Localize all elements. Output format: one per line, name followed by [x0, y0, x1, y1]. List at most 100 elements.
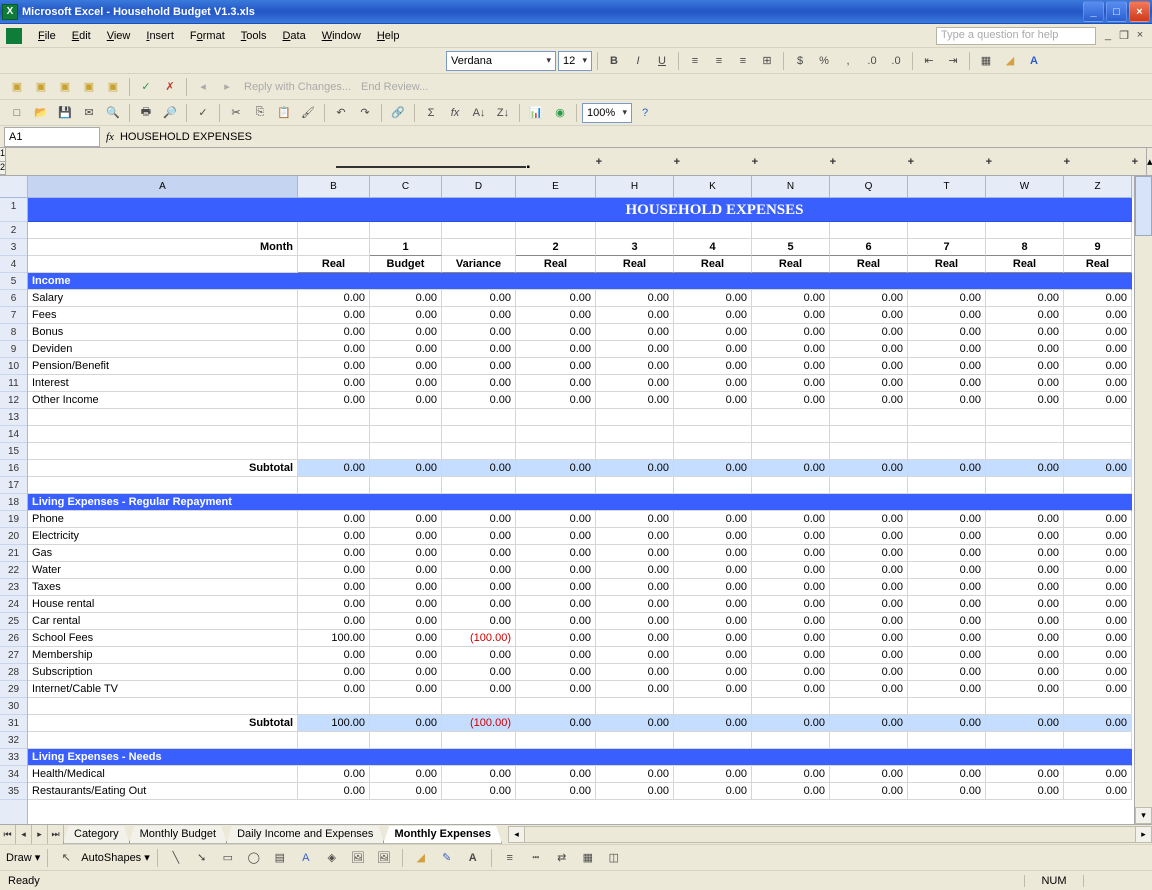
- textbox-icon[interactable]: ▤: [269, 847, 291, 869]
- menu-edit[interactable]: Edit: [64, 28, 99, 44]
- zoom-select[interactable]: 100%: [582, 103, 632, 123]
- outline-expand-k[interactable]: +: [688, 156, 766, 168]
- help-button[interactable]: ?: [634, 102, 656, 124]
- horizontal-scrollbar[interactable]: ◂ ▸: [508, 826, 1152, 843]
- scroll-thumb[interactable]: [1135, 176, 1152, 236]
- scroll-up-button[interactable]: ▴: [1146, 148, 1152, 175]
- hyperlink-button[interactable]: 🔗: [387, 102, 409, 124]
- col-z[interactable]: Z: [1064, 176, 1132, 198]
- review-btn-3[interactable]: ▣: [54, 76, 76, 98]
- minimize-button[interactable]: _: [1083, 1, 1104, 22]
- merge-center-button[interactable]: ⊞: [756, 50, 778, 72]
- decrease-decimal-button[interactable]: .0: [885, 50, 907, 72]
- menu-tools[interactable]: Tools: [233, 28, 275, 44]
- shadow-icon[interactable]: ▦: [577, 847, 599, 869]
- italic-button[interactable]: I: [627, 50, 649, 72]
- oval-icon[interactable]: ◯: [243, 847, 265, 869]
- paste-button[interactable]: 📋: [273, 102, 295, 124]
- mdi-restore[interactable]: ❐: [1118, 29, 1130, 42]
- menu-window[interactable]: Window: [314, 28, 369, 44]
- arrow-style-icon[interactable]: ⇄: [551, 847, 573, 869]
- 3d-icon[interactable]: ◫: [603, 847, 625, 869]
- maximize-button[interactable]: □: [1106, 1, 1127, 22]
- outline-expand-e[interactable]: +: [526, 156, 610, 168]
- fill-color-button[interactable]: ◢: [999, 50, 1021, 72]
- col-c[interactable]: C: [370, 176, 442, 198]
- font-color-icon[interactable]: A: [462, 847, 484, 869]
- tab-daily-income[interactable]: Daily Income and Expenses: [226, 826, 384, 844]
- autoshapes-menu[interactable]: AutoShapes ▾: [81, 851, 150, 864]
- outline-expand-w[interactable]: +: [1000, 156, 1078, 168]
- bold-button[interactable]: B: [603, 50, 625, 72]
- new-button[interactable]: □: [6, 102, 28, 124]
- tab-nav-next[interactable]: ▸: [32, 825, 48, 844]
- tab-monthly-expenses[interactable]: Monthly Expenses: [383, 826, 502, 844]
- review-btn-5[interactable]: ▣: [102, 76, 124, 98]
- select-all-corner[interactable]: [0, 176, 27, 198]
- align-left-button[interactable]: ≡: [684, 50, 706, 72]
- select-objects-button[interactable]: ↖: [55, 847, 77, 869]
- col-n[interactable]: N: [752, 176, 830, 198]
- formula-value[interactable]: HOUSEHOLD EXPENSES: [120, 131, 252, 143]
- tab-monthly-budget[interactable]: Monthly Budget: [129, 826, 227, 844]
- outline-expand-z[interactable]: +: [1078, 156, 1146, 168]
- diagram-icon[interactable]: ◈: [321, 847, 343, 869]
- autosum-button[interactable]: Σ: [420, 102, 442, 124]
- comma-button[interactable]: ,: [837, 50, 859, 72]
- col-d[interactable]: D: [442, 176, 516, 198]
- fill-color-icon[interactable]: ◢: [410, 847, 432, 869]
- dash-style-icon[interactable]: ┅: [525, 847, 547, 869]
- col-h[interactable]: H: [596, 176, 674, 198]
- reply-changes-button[interactable]: Reply with Changes...: [240, 81, 355, 93]
- grid[interactable]: A B C D E H K N Q T W Z HOUSEHOLD EXPENS…: [28, 176, 1134, 824]
- col-t[interactable]: T: [908, 176, 986, 198]
- tab-nav-prev[interactable]: ◂: [16, 825, 32, 844]
- menu-view[interactable]: View: [99, 28, 139, 44]
- col-q[interactable]: Q: [830, 176, 908, 198]
- picture-icon[interactable]: 🖼: [373, 847, 395, 869]
- outline-level-1[interactable]: 1: [0, 148, 5, 162]
- print-button[interactable]: 🖶: [135, 102, 157, 124]
- next-comment-button[interactable]: ▸: [216, 76, 238, 98]
- font-name-select[interactable]: Verdana: [446, 51, 556, 71]
- tab-category[interactable]: Category: [63, 826, 130, 844]
- align-right-button[interactable]: ≡: [732, 50, 754, 72]
- menu-insert[interactable]: Insert: [138, 28, 182, 44]
- hscroll-left[interactable]: ◂: [508, 826, 525, 843]
- sort-desc-button[interactable]: Z↓: [492, 102, 514, 124]
- col-b[interactable]: B: [298, 176, 370, 198]
- outline-expand-h[interactable]: +: [610, 156, 688, 168]
- currency-button[interactable]: $: [789, 50, 811, 72]
- cells[interactable]: HOUSEHOLD EXPENSESMonth123456789RealBudg…: [28, 198, 1134, 800]
- draw-menu[interactable]: Draw ▾: [6, 851, 40, 864]
- menu-help[interactable]: Help: [369, 28, 408, 44]
- spelling-button[interactable]: ✓: [192, 102, 214, 124]
- redo-button[interactable]: ↷: [354, 102, 376, 124]
- review-btn-2[interactable]: ▣: [30, 76, 52, 98]
- font-color-button[interactable]: A: [1023, 50, 1045, 72]
- tab-nav-first[interactable]: ⏮: [0, 825, 16, 844]
- name-box[interactable]: A1: [4, 127, 100, 147]
- align-center-button[interactable]: ≡: [708, 50, 730, 72]
- email-button[interactable]: ✉: [78, 102, 100, 124]
- chart-wizard-button[interactable]: 📊: [525, 102, 547, 124]
- accept-change-button[interactable]: ✓: [135, 76, 157, 98]
- function-button[interactable]: fx: [444, 102, 466, 124]
- print-preview-button[interactable]: 🔎: [159, 102, 181, 124]
- outline-expand-n[interactable]: +: [766, 156, 844, 168]
- close-button[interactable]: ×: [1129, 1, 1150, 22]
- outline-collapse-handle[interactable]: [336, 156, 526, 168]
- borders-button[interactable]: ▦: [975, 50, 997, 72]
- col-k[interactable]: K: [674, 176, 752, 198]
- col-e[interactable]: E: [516, 176, 596, 198]
- open-button[interactable]: 📂: [30, 102, 52, 124]
- drawing-button[interactable]: ◉: [549, 102, 571, 124]
- line-color-icon[interactable]: ✎: [436, 847, 458, 869]
- line-style-icon[interactable]: ≡: [499, 847, 521, 869]
- rectangle-icon[interactable]: ▭: [217, 847, 239, 869]
- review-btn-4[interactable]: ▣: [78, 76, 100, 98]
- percent-button[interactable]: %: [813, 50, 835, 72]
- increase-decimal-button[interactable]: .0: [861, 50, 883, 72]
- mdi-minimize[interactable]: _: [1102, 29, 1114, 42]
- decrease-indent-button[interactable]: ⇤: [918, 50, 940, 72]
